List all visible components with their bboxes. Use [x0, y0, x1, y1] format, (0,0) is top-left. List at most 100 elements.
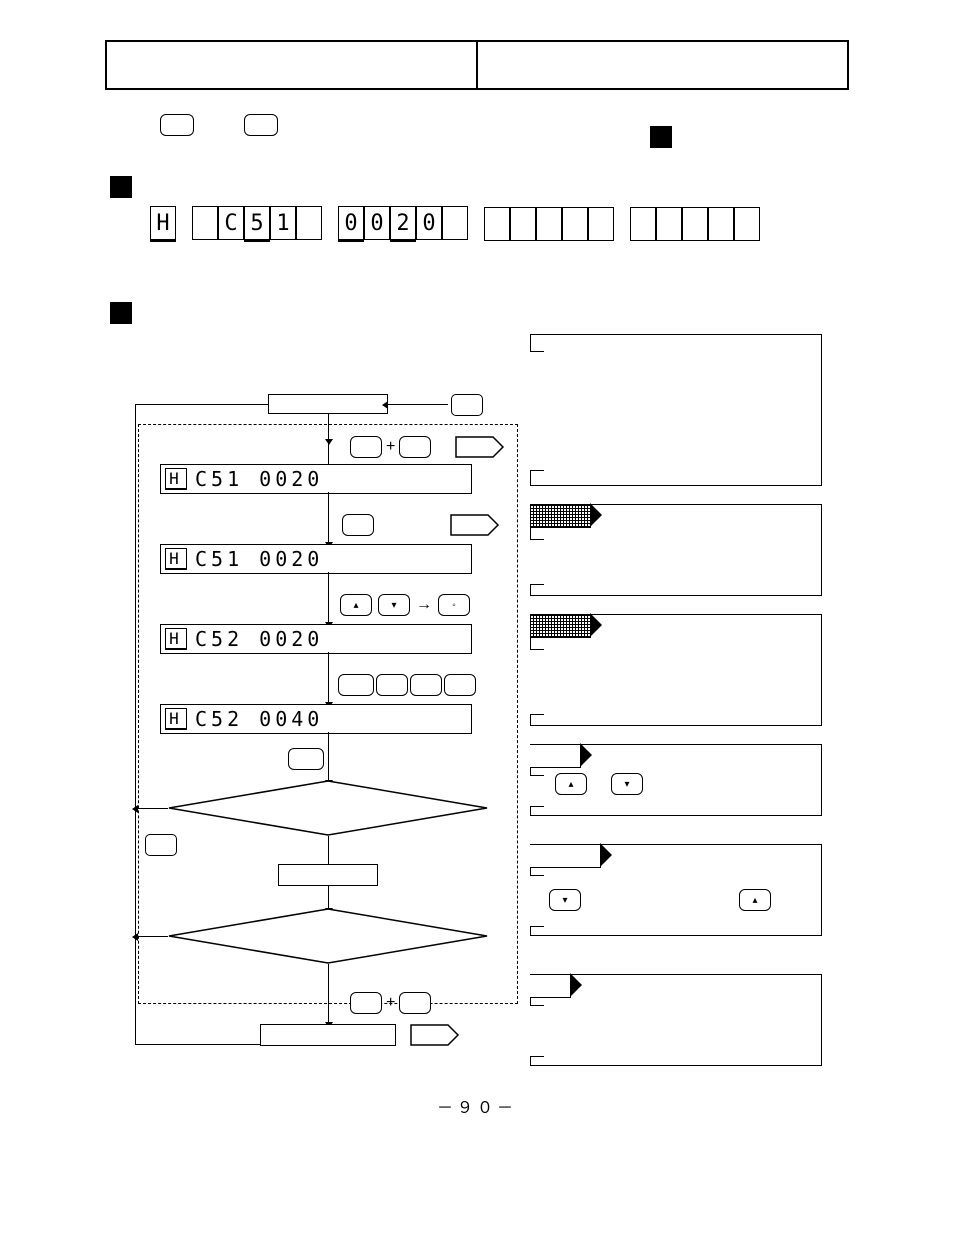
- flow-line: [135, 1044, 260, 1045]
- note-box: ▾ ▴: [530, 844, 822, 936]
- seg-char: [630, 207, 656, 241]
- note-box: [530, 614, 822, 726]
- header-cell-right: [478, 42, 847, 88]
- key-icon: [350, 436, 382, 458]
- flow-line: [328, 732, 329, 780]
- flow-line: [328, 414, 329, 439]
- key-row: [288, 748, 324, 775]
- section-marker-icon: [110, 176, 132, 198]
- key-icon: [376, 674, 408, 696]
- seg-char: 1: [270, 206, 296, 240]
- key-icon: [342, 514, 374, 536]
- seg-char: [588, 207, 614, 241]
- key-icon: [145, 834, 177, 856]
- seg-char: [510, 207, 536, 241]
- lcd-display: H C52 0040: [160, 704, 472, 734]
- flow-line: [328, 652, 329, 702]
- seg-char: H: [150, 206, 176, 242]
- lcd-text: C51 0020: [195, 467, 323, 491]
- seg-char: [656, 207, 682, 241]
- seg-char: [562, 207, 588, 241]
- flow-line: [328, 964, 329, 1022]
- segment-display-sample: H C 5 1 0 0 2 0: [150, 206, 894, 242]
- seg-char: [536, 207, 562, 241]
- seg-char: 0: [338, 206, 364, 242]
- flow-line: [328, 439, 329, 464]
- lcd-text: C52 0020: [195, 627, 323, 651]
- down-key-icon: ▾: [378, 594, 410, 616]
- seg-char: [442, 206, 468, 240]
- seg-char: [708, 207, 734, 241]
- flow-line: [388, 404, 448, 405]
- plus-label: +: [386, 994, 395, 1012]
- key-combo: +: [350, 436, 431, 458]
- mode-indicator: H: [165, 468, 187, 490]
- flow-line: [135, 404, 136, 1044]
- seg-char: [734, 207, 760, 241]
- seg-char: 5: [244, 206, 270, 242]
- lcd-display: H C51 0020: [160, 544, 472, 574]
- key-icon: [338, 674, 374, 696]
- seg-char: [192, 206, 218, 240]
- seg-char: 2: [390, 206, 416, 242]
- section: [110, 176, 894, 198]
- flow-line: [328, 492, 329, 542]
- note-box: [530, 504, 822, 596]
- key-icon: [399, 436, 431, 458]
- note-box: [530, 974, 822, 1066]
- section-marker-icon: [650, 126, 672, 148]
- pentagon-tab-icon: [410, 1024, 460, 1046]
- flowchart: + H C51 0020 H C51 0020 ▴ ▾ →: [60, 334, 530, 1074]
- flow-line: [328, 572, 329, 622]
- seg-char: [296, 206, 322, 240]
- mode-indicator: H: [165, 628, 187, 650]
- seg-char: 0: [364, 206, 390, 240]
- header-table: [105, 40, 849, 90]
- main-area: + H C51 0020 H C51 0020 ▴ ▾ →: [60, 334, 894, 1074]
- flow-decision: [168, 908, 488, 964]
- lcd-text: C51 0020: [195, 547, 323, 571]
- key-row: [338, 674, 476, 696]
- side-notes: ▴ ▾ ▾ ▴: [530, 334, 840, 1074]
- page-number: －９０－: [60, 1094, 894, 1118]
- key-icon: [160, 114, 194, 136]
- dot-key-icon: ◦: [438, 594, 470, 616]
- pentagon-tab-icon: [455, 436, 505, 458]
- flow-process: [260, 1024, 396, 1046]
- seg-char: [484, 207, 510, 241]
- down-key-icon: ▾: [549, 889, 581, 911]
- flow-decision: [168, 780, 488, 836]
- key-row: [342, 514, 374, 541]
- up-key-icon: ▴: [739, 889, 771, 911]
- section-marker-icon: [110, 302, 132, 324]
- flow-line: [138, 936, 168, 937]
- header-cell-left: [107, 42, 478, 88]
- flow-line: [328, 836, 329, 864]
- seg-char: C: [218, 206, 244, 240]
- key-icon: [399, 992, 431, 1014]
- flow-process: [278, 864, 378, 886]
- key-icon: [288, 748, 324, 770]
- key-row: ▴ ▾ → ◦: [340, 594, 470, 616]
- key-icon: [451, 394, 483, 416]
- lcd-display: H C52 0020: [160, 624, 472, 654]
- mode-indicator: H: [165, 548, 187, 570]
- up-key-icon: ▴: [555, 773, 587, 795]
- pill-row: [160, 114, 894, 136]
- key-icon: [244, 114, 278, 136]
- arrow-label: →: [416, 596, 432, 614]
- flow-line: [135, 404, 268, 405]
- key-icon: [410, 674, 442, 696]
- mode-indicator: H: [165, 708, 187, 730]
- note-box: [530, 334, 822, 486]
- lcd-display: H C51 0020: [160, 464, 472, 494]
- key-icon: [444, 674, 476, 696]
- flow-line: [328, 886, 329, 908]
- note-box: ▴ ▾: [530, 744, 822, 816]
- flow-line: [138, 808, 168, 809]
- plus-label: +: [386, 438, 395, 456]
- key-icon: [350, 992, 382, 1014]
- key-combo: +: [350, 992, 431, 1014]
- pentagon-tab-icon: [450, 514, 500, 536]
- up-key-icon: ▴: [340, 594, 372, 616]
